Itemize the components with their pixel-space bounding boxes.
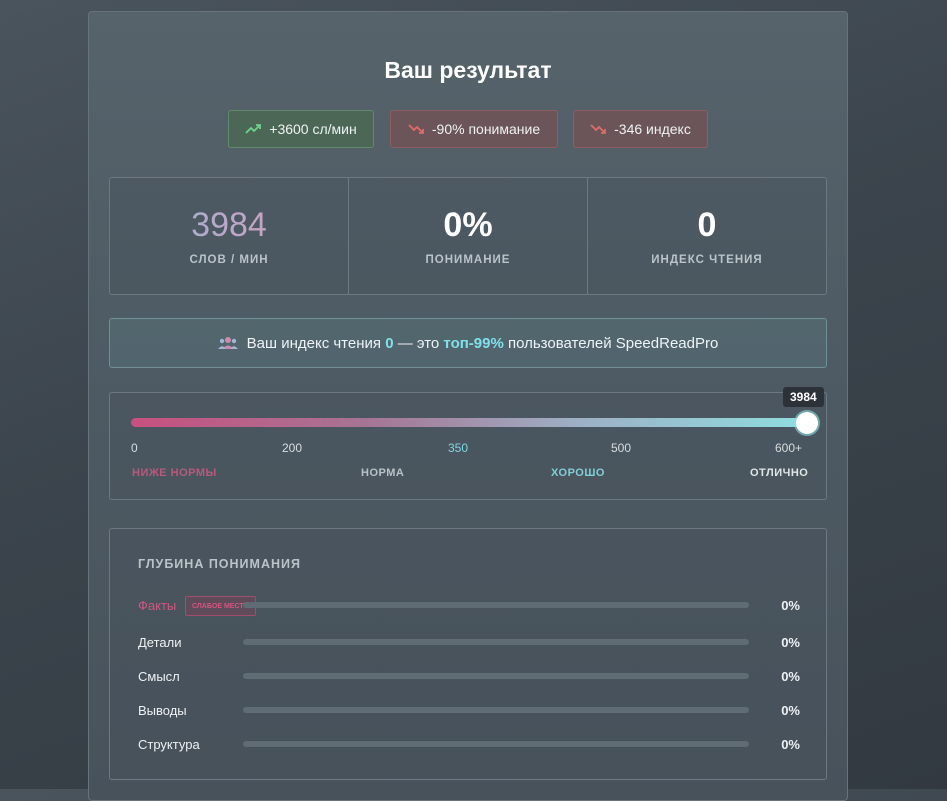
scale-marker — [796, 412, 818, 434]
comprehension-depth: ГЛУБИНА ПОНИМАНИЯ Факты СЛАБОЕ МЕСТО 0% … — [109, 528, 827, 780]
chip-label: +3600 сл/мин — [269, 121, 357, 137]
row-percent: 0% — [781, 737, 800, 752]
depth-row-meaning: Смысл 0% — [138, 667, 800, 687]
stat-speed: 3984 СЛОВ / МИН — [110, 178, 349, 294]
trend-up-icon — [245, 124, 262, 134]
row-percent: 0% — [781, 703, 800, 718]
stat-value: 0% — [443, 206, 493, 244]
stats-grid: 3984 СЛОВ / МИН 0% ПОНИМАНИЕ 0 ИНДЕКС ЧТ… — [109, 177, 827, 295]
scale-zone-label: ХОРОШО — [551, 467, 605, 479]
speed-scale: 3984 0 200 350 500 600+ НИЖЕ НОРМЫ НОРМА… — [109, 387, 827, 500]
section-title: ГЛУБИНА ПОНИМАНИЯ — [138, 557, 301, 571]
row-label: Структура — [138, 737, 200, 752]
row-percent: 0% — [781, 635, 800, 650]
stat-value: 3984 — [110, 206, 348, 245]
chip-comprehension-change: -90% понимание — [390, 110, 558, 148]
stat-label: ПОНИМАНИЕ — [425, 254, 511, 266]
progress-bar — [243, 707, 749, 713]
progress-bar — [243, 602, 749, 608]
row-label: Смысл — [138, 669, 180, 684]
progress-bar — [243, 673, 749, 679]
row-label: Детали — [138, 635, 182, 650]
chip-index-change: -346 индекс — [573, 110, 708, 148]
progress-bar — [243, 741, 749, 747]
stat-reading-index: 0 ИНДЕКС ЧТЕНИЯ — [588, 178, 826, 294]
scale-tick: 350 — [448, 441, 469, 455]
stat-label: ИНДЕКС ЧТЕНИЯ — [651, 254, 763, 266]
progress-bar — [243, 639, 749, 645]
depth-row-details: Детали 0% — [138, 633, 800, 653]
scale-track — [131, 418, 807, 427]
rank-info-banner: Ваш индекс чтения 0 — это топ-99% пользо… — [109, 318, 827, 368]
chip-speed-change: +3600 сл/мин — [228, 110, 374, 148]
row-percent: 0% — [781, 598, 800, 613]
scale-value-tooltip: 3984 — [783, 387, 824, 407]
depth-row-facts: Факты СЛАБОЕ МЕСТО 0% — [138, 596, 800, 616]
users-icon — [217, 337, 238, 349]
scale-tick: 200 — [282, 441, 303, 455]
row-label: Факты — [138, 598, 177, 613]
result-panel: Ваш результат +3600 сл/мин -90% понимани… — [88, 11, 848, 801]
info-suffix: пользователей SpeedReadPro — [507, 334, 719, 352]
scale-zone-label: НИЖЕ НОРМЫ — [132, 467, 217, 479]
stat-label: СЛОВ / МИН — [189, 254, 269, 266]
row-percent: 0% — [781, 669, 800, 684]
trend-down-icon — [590, 124, 607, 134]
info-rank: топ-99% — [443, 334, 504, 352]
depth-row-structure: Структура 0% — [138, 735, 800, 755]
stat-comprehension: 0% ПОНИМАНИЕ — [349, 178, 588, 294]
scale-tick: 0 — [131, 441, 138, 455]
info-middle: — это — [397, 334, 440, 352]
page-title: Ваш результат — [384, 57, 552, 83]
scale-tick: 500 — [611, 441, 632, 455]
info-prefix: Ваш индекс чтения — [246, 334, 382, 352]
scale-tick: 600+ — [775, 441, 803, 455]
stat-value: 0 — [697, 206, 717, 244]
scale-zone-label: НОРМА — [361, 467, 405, 479]
chip-label: -346 индекс — [614, 121, 691, 137]
info-text: Ваш индекс чтения 0 — это топ-99% пользо… — [247, 335, 719, 352]
row-label: Выводы — [138, 703, 187, 718]
scale-zone-label: ОТЛИЧНО — [750, 467, 809, 479]
info-index: 0 — [385, 334, 394, 352]
trend-down-icon — [408, 124, 424, 134]
depth-row-conclusions: Выводы 0% — [138, 701, 800, 721]
chip-label: -90% понимание — [431, 121, 541, 137]
